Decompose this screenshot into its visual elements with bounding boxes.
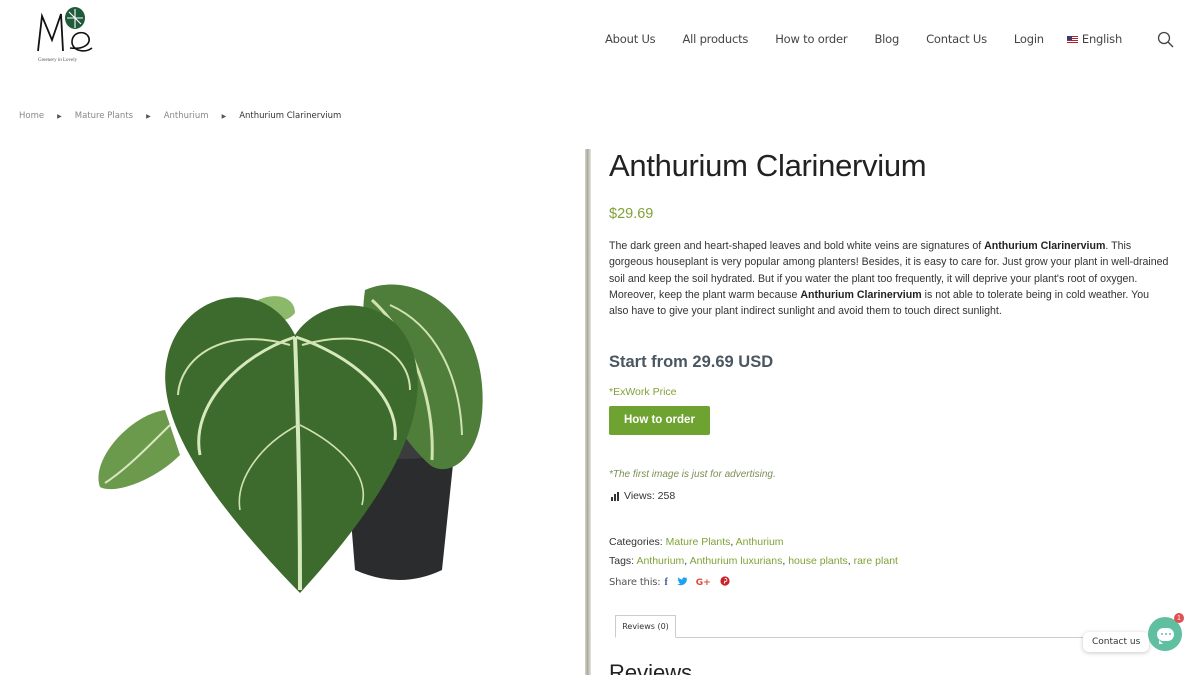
tabs-divider [615, 637, 1142, 638]
product-title: Anthurium Clarinervium [609, 148, 927, 183]
breadcrumb: Home ▶ Mature Plants ▶ Anthurium ▶ Anthu… [19, 111, 341, 121]
image-disclaimer: *The first image is just for advertising… [609, 469, 776, 481]
views-label: Views: 258 [624, 490, 676, 503]
search-button[interactable] [1157, 31, 1174, 48]
twitter-icon[interactable] [677, 577, 687, 589]
category-link[interactable]: Anthurium [736, 536, 784, 548]
tab-reviews[interactable]: Reviews (0) [615, 615, 676, 638]
nav-about-us[interactable]: About Us [605, 32, 656, 46]
image-gallery-edge [585, 149, 591, 675]
google-plus-icon[interactable]: G+ [696, 578, 711, 588]
nav-login[interactable]: Login [1014, 32, 1044, 46]
product-summary: Anthurium Clarinervium $29.69 The dark g… [609, 148, 1171, 589]
product-tags: Tags: Anthurium, Anthurium luxurians, ho… [609, 555, 898, 568]
language-label: English [1081, 32, 1123, 46]
notification-badge: 1 [1174, 613, 1184, 623]
logo-subtext: Greenery in Lovely [38, 58, 78, 63]
bar-chart-icon [611, 491, 619, 501]
site-logo[interactable]: Greenery in Lovely [34, 6, 96, 68]
product-image[interactable] [90, 265, 490, 605]
breadcrumb-current: Anthurium Clarinervium [239, 111, 342, 121]
contact-us-label[interactable]: Contact us [1083, 632, 1150, 652]
facebook-icon[interactable]: f [664, 577, 667, 588]
views-counter: Views: 258 [609, 490, 1171, 502]
main-nav: About Us All products How to order Blog … [605, 32, 1122, 46]
share-bar: Share this: f G+ [609, 576, 1171, 589]
us-flag-icon [1066, 35, 1078, 43]
tag-link[interactable]: Anthurium [636, 555, 684, 567]
product-description: The dark green and heart-shaped leaves a… [609, 240, 1169, 318]
how-to-order-button[interactable]: How to order [609, 406, 710, 436]
chat-icon [1156, 627, 1174, 644]
breadcrumb-separator-icon: ▶ [57, 112, 62, 120]
tag-link[interactable]: Anthurium luxurians [690, 555, 783, 567]
pinterest-icon[interactable] [720, 576, 730, 589]
share-label: Share this: [609, 577, 661, 589]
nav-how-to-order[interactable]: How to order [775, 32, 847, 46]
tag-link[interactable]: rare plant [854, 555, 898, 567]
product-categories: Categories: Mature Plants, Anthurium [609, 536, 784, 549]
breadcrumb-home[interactable]: Home [19, 111, 44, 121]
nav-all-products[interactable]: All products [682, 32, 748, 46]
breadcrumb-separator-icon: ▶ [146, 112, 151, 120]
breadcrumb-anthurium[interactable]: Anthurium [164, 111, 209, 121]
exwork-note: *ExWork Price [609, 386, 677, 399]
nav-blog[interactable]: Blog [874, 32, 899, 46]
breadcrumb-separator-icon: ▶ [221, 112, 227, 120]
start-from-price: Start from 29.69 USD [609, 353, 774, 372]
product-price: $29.69 [609, 206, 654, 222]
tag-link[interactable]: house plants [788, 555, 848, 567]
breadcrumb-mature-plants[interactable]: Mature Plants [75, 111, 133, 121]
language-switcher[interactable]: English [1066, 32, 1123, 46]
reviews-heading: Reviews [609, 660, 693, 675]
search-icon [1157, 31, 1174, 48]
category-link[interactable]: Mature Plants [666, 536, 731, 548]
nav-contact-us[interactable]: Contact Us [926, 32, 987, 46]
